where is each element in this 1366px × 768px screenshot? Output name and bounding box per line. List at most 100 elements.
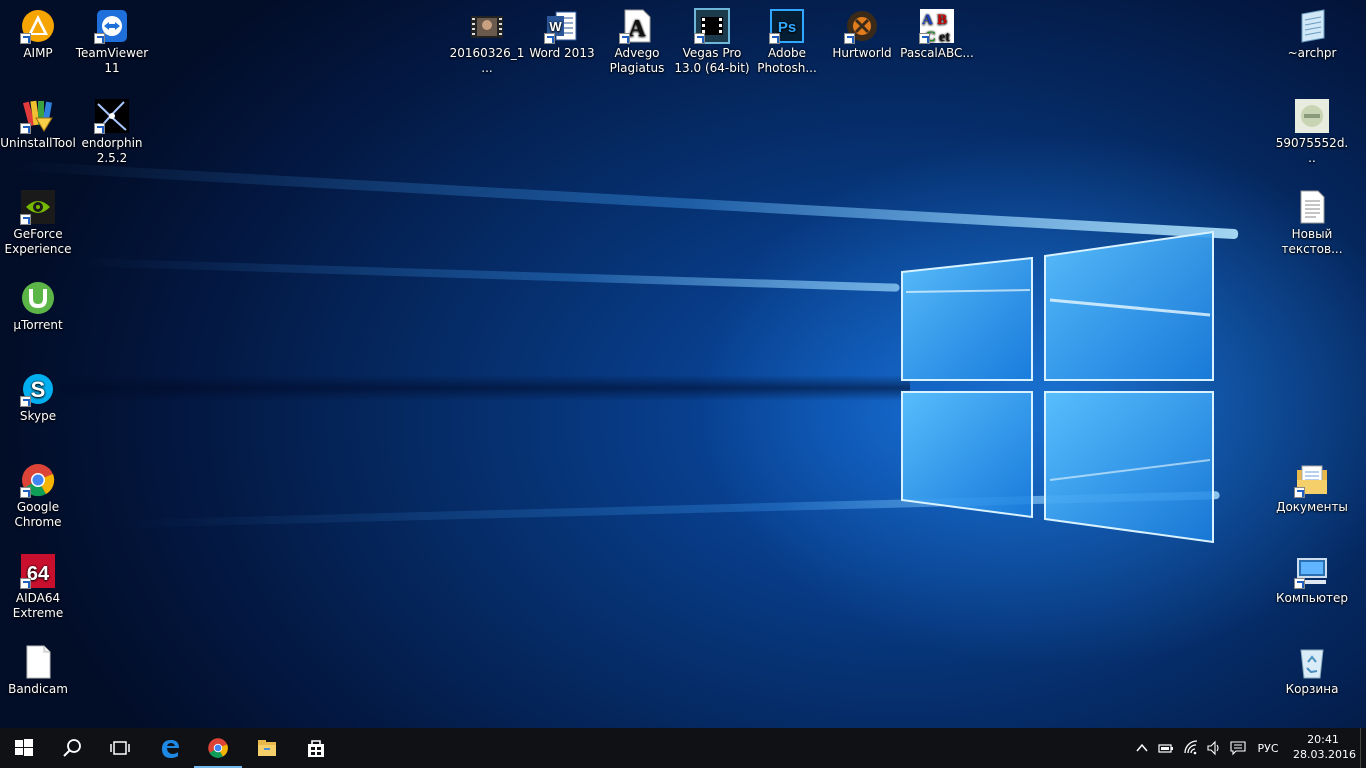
desktop-icon-label: endorphin 2.5.2 — [81, 136, 143, 165]
notifications-button[interactable] — [1227, 728, 1249, 768]
desktop-icon-skype[interactable]: S Skype — [0, 371, 76, 424]
taskbar-chrome-button[interactable] — [194, 728, 242, 768]
desktop-icon-label: Adobe Photosh... — [757, 46, 817, 75]
desktop-icon-endorphin[interactable]: endorphin 2.5.2 — [74, 98, 150, 166]
volume-button[interactable] — [1203, 728, 1225, 768]
svg-text:Ps: Ps — [778, 19, 796, 36]
desktop-icon-recycle-bin[interactable]: Корзина — [1274, 644, 1350, 697]
show-hidden-icons-button[interactable] — [1132, 728, 1152, 768]
desktop-icon-computer[interactable]: Компьютер — [1274, 553, 1350, 606]
wifi-icon — [1184, 740, 1198, 755]
desktop-icon-archpr[interactable]: ~archpr — [1274, 8, 1350, 61]
shortcut-arrow-icon — [94, 123, 105, 134]
shortcut-arrow-icon — [844, 33, 855, 44]
desktop-icon-label: Bandicam — [8, 682, 68, 696]
taskbar-file-explorer-button[interactable] — [243, 728, 291, 768]
desktop-icon-pascalabc[interactable]: A B Cet PascalABC... — [899, 8, 975, 61]
desktop-icon-image-file[interactable]: 59075552d... — [1274, 98, 1350, 166]
video-file-icon — [471, 16, 503, 38]
network-button[interactable] — [1180, 728, 1202, 768]
desktop-icon-label: Google Chrome — [14, 500, 62, 529]
svg-text:et: et — [939, 30, 950, 44]
desktop-icon-label: AIDA64 Extreme — [12, 591, 64, 620]
desktop-icon-label: ~archpr — [1287, 46, 1337, 60]
shortcut-arrow-icon — [20, 487, 31, 498]
desktop-icon-aimp[interactable]: AIMP — [0, 8, 76, 61]
desktop-wallpaper[interactable]: AIMP TeamViewer 11 20160326_1... W Word … — [0, 0, 1366, 728]
windows-start-icon — [15, 739, 33, 756]
input-language-button[interactable]: РУС — [1251, 728, 1285, 768]
image-file-icon — [1295, 99, 1329, 133]
shortcut-arrow-icon — [94, 33, 105, 44]
notepad-file-icon — [1301, 9, 1325, 43]
desktop-icon-label: PascalABC... — [900, 46, 974, 60]
chevron-up-icon — [1136, 743, 1148, 752]
battery-icon — [1158, 744, 1173, 753]
battery-button[interactable] — [1155, 728, 1177, 768]
show-desktop-button[interactable] — [1360, 728, 1366, 768]
desktop-icon-label: GeForce Experience — [4, 227, 72, 256]
shortcut-arrow-icon — [20, 123, 31, 134]
desktop-icon-video-file[interactable]: 20160326_1... — [449, 8, 525, 76]
wallpaper-light-beam — [60, 375, 910, 401]
shortcut-arrow-icon — [20, 578, 31, 589]
desktop-icon-uninstalltool[interactable]: UninstallTool — [0, 98, 76, 151]
desktop-icon-label: Новый текстов... — [1281, 227, 1343, 256]
desktop-icon-label: Skype — [19, 409, 57, 423]
text-file-icon — [1300, 190, 1325, 224]
search-button[interactable] — [48, 728, 96, 768]
edge-icon — [162, 740, 179, 758]
shortcut-arrow-icon — [20, 33, 31, 44]
taskbar-edge-button[interactable] — [146, 728, 194, 768]
task-view-button[interactable] — [96, 728, 144, 768]
file-explorer-icon — [258, 740, 276, 756]
desktop-icon-word[interactable]: W Word 2013 — [524, 8, 600, 61]
desktop-icon-chrome[interactable]: Google Chrome — [0, 462, 76, 530]
recycle-bin-icon — [1300, 649, 1324, 679]
svg-text:B: B — [937, 12, 947, 28]
wallpaper-light-beam — [79, 258, 900, 292]
svg-text:W: W — [549, 19, 562, 34]
windows-logo-wallpaper — [901, 230, 1214, 544]
search-icon — [63, 739, 81, 757]
desktop-icon-advego[interactable]: A Advego Plagiatus — [599, 8, 675, 76]
desktop-icon-geforce[interactable]: GeForce Experience — [0, 189, 76, 257]
desktop-icon-label: Vegas Pro 13.0 (64-bit) — [674, 46, 750, 75]
desktop-icon-label: Hurtworld — [832, 46, 892, 60]
clock-button[interactable]: 20:41 28.03.2016 — [1293, 732, 1356, 762]
speaker-icon — [1207, 740, 1219, 756]
desktop-icon-label: Word 2013 — [529, 46, 595, 60]
clock-time: 20:41 — [1307, 733, 1339, 746]
desktop-icon-hurtworld[interactable]: Hurtworld — [824, 8, 900, 61]
desktop-icon-label: Корзина — [1285, 682, 1339, 696]
desktop-icon-vegas[interactable]: Vegas Pro 13.0 (64-bit) — [674, 8, 750, 76]
desktop-icon-documents[interactable]: Документы — [1274, 462, 1350, 515]
desktop-icon-label: AIMP — [23, 46, 53, 60]
shortcut-arrow-icon — [1294, 487, 1305, 498]
desktop-icon-new-text-file[interactable]: Новый текстов... — [1274, 189, 1350, 257]
shortcut-arrow-icon — [544, 33, 555, 44]
input-language-label: РУС — [1257, 741, 1279, 755]
clock-date: 28.03.2016 — [1293, 748, 1356, 761]
store-icon — [308, 740, 324, 757]
desktop-icon-label: Документы — [1276, 500, 1348, 514]
shortcut-arrow-icon — [1294, 578, 1305, 589]
taskbar-store-button[interactable] — [292, 728, 340, 768]
svg-text:S: S — [31, 377, 46, 402]
desktop-icon-label: µTorrent — [13, 318, 63, 332]
desktop-icon-photoshop[interactable]: Ps Adobe Photosh... — [749, 8, 825, 76]
desktop-icon-utorrent[interactable]: µTorrent — [0, 280, 76, 333]
desktop-icon-aida64[interactable]: 64 AIDA64 Extreme — [0, 553, 76, 621]
desktop-icon-label: 59075552d... — [1275, 136, 1349, 165]
shortcut-arrow-icon — [20, 396, 31, 407]
svg-text:A: A — [922, 12, 933, 28]
desktop-icon-label: Advego Plagiatus — [609, 46, 665, 75]
desktop-icon-bandicam[interactable]: Bandicam — [0, 644, 76, 697]
desktop-icon-label: TeamViewer 11 — [75, 46, 149, 75]
svg-text:A: A — [628, 16, 646, 42]
shortcut-arrow-icon — [20, 214, 31, 225]
action-center-icon — [1230, 741, 1246, 756]
start-button[interactable] — [0, 728, 48, 768]
desktop-icon-label: 20160326_1... — [449, 46, 525, 75]
desktop-icon-teamviewer[interactable]: TeamViewer 11 — [74, 8, 150, 76]
